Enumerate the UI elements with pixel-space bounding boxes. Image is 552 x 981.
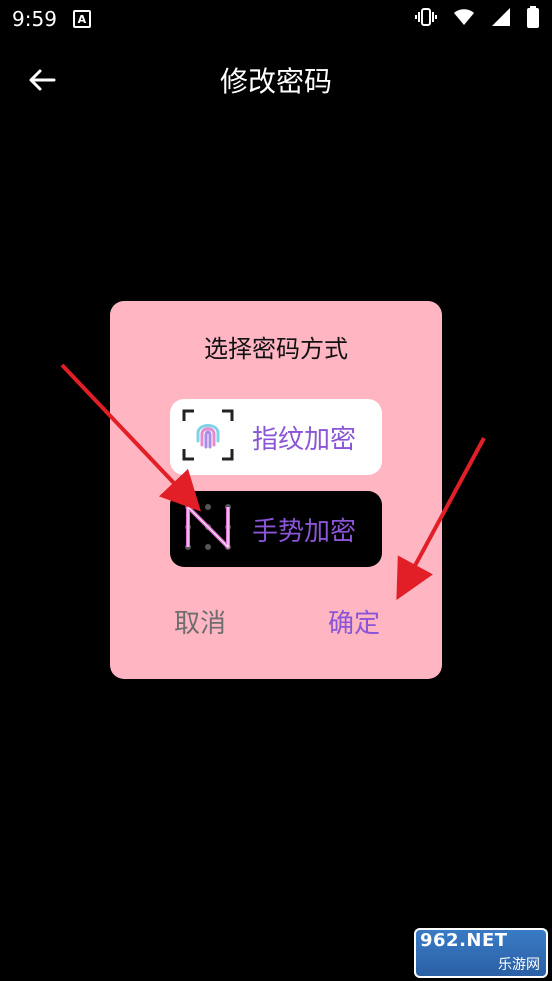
watermark-site: 962.NET [420, 930, 508, 951]
app-bar: 修改密码 [0, 48, 552, 118]
fingerprint-icon [180, 407, 236, 467]
watermark-name: 乐游网 [498, 957, 540, 973]
page-title: 修改密码 [219, 65, 332, 98]
notification-badge: A [72, 10, 91, 28]
cancel-button[interactable]: 取消 [174, 603, 226, 640]
gesture-option[interactable]: 手势加密 [170, 491, 382, 567]
gesture-option-label: 手势加密 [252, 516, 357, 547]
gesture-pattern-icon [180, 499, 236, 559]
wifi-icon [452, 5, 476, 33]
signal-icon [490, 6, 512, 32]
vibrate-icon [414, 5, 438, 33]
fingerprint-option-label: 指纹加密 [252, 424, 357, 455]
password-method-dialog: 选择密码方式 指纹加密 手势加密 取消 确定 [110, 301, 442, 679]
battery-icon [526, 5, 540, 33]
status-bar: 9:59 A [0, 0, 552, 38]
clock: 9:59 [12, 7, 57, 31]
dialog-title: 选择密码方式 [204, 335, 348, 363]
dialog-actions: 取消 确定 [110, 601, 442, 641]
confirm-button[interactable]: 确定 [328, 603, 380, 640]
site-watermark: 962.NET 乐游网 [414, 928, 548, 978]
fingerprint-option[interactable]: 指纹加密 [170, 399, 382, 475]
